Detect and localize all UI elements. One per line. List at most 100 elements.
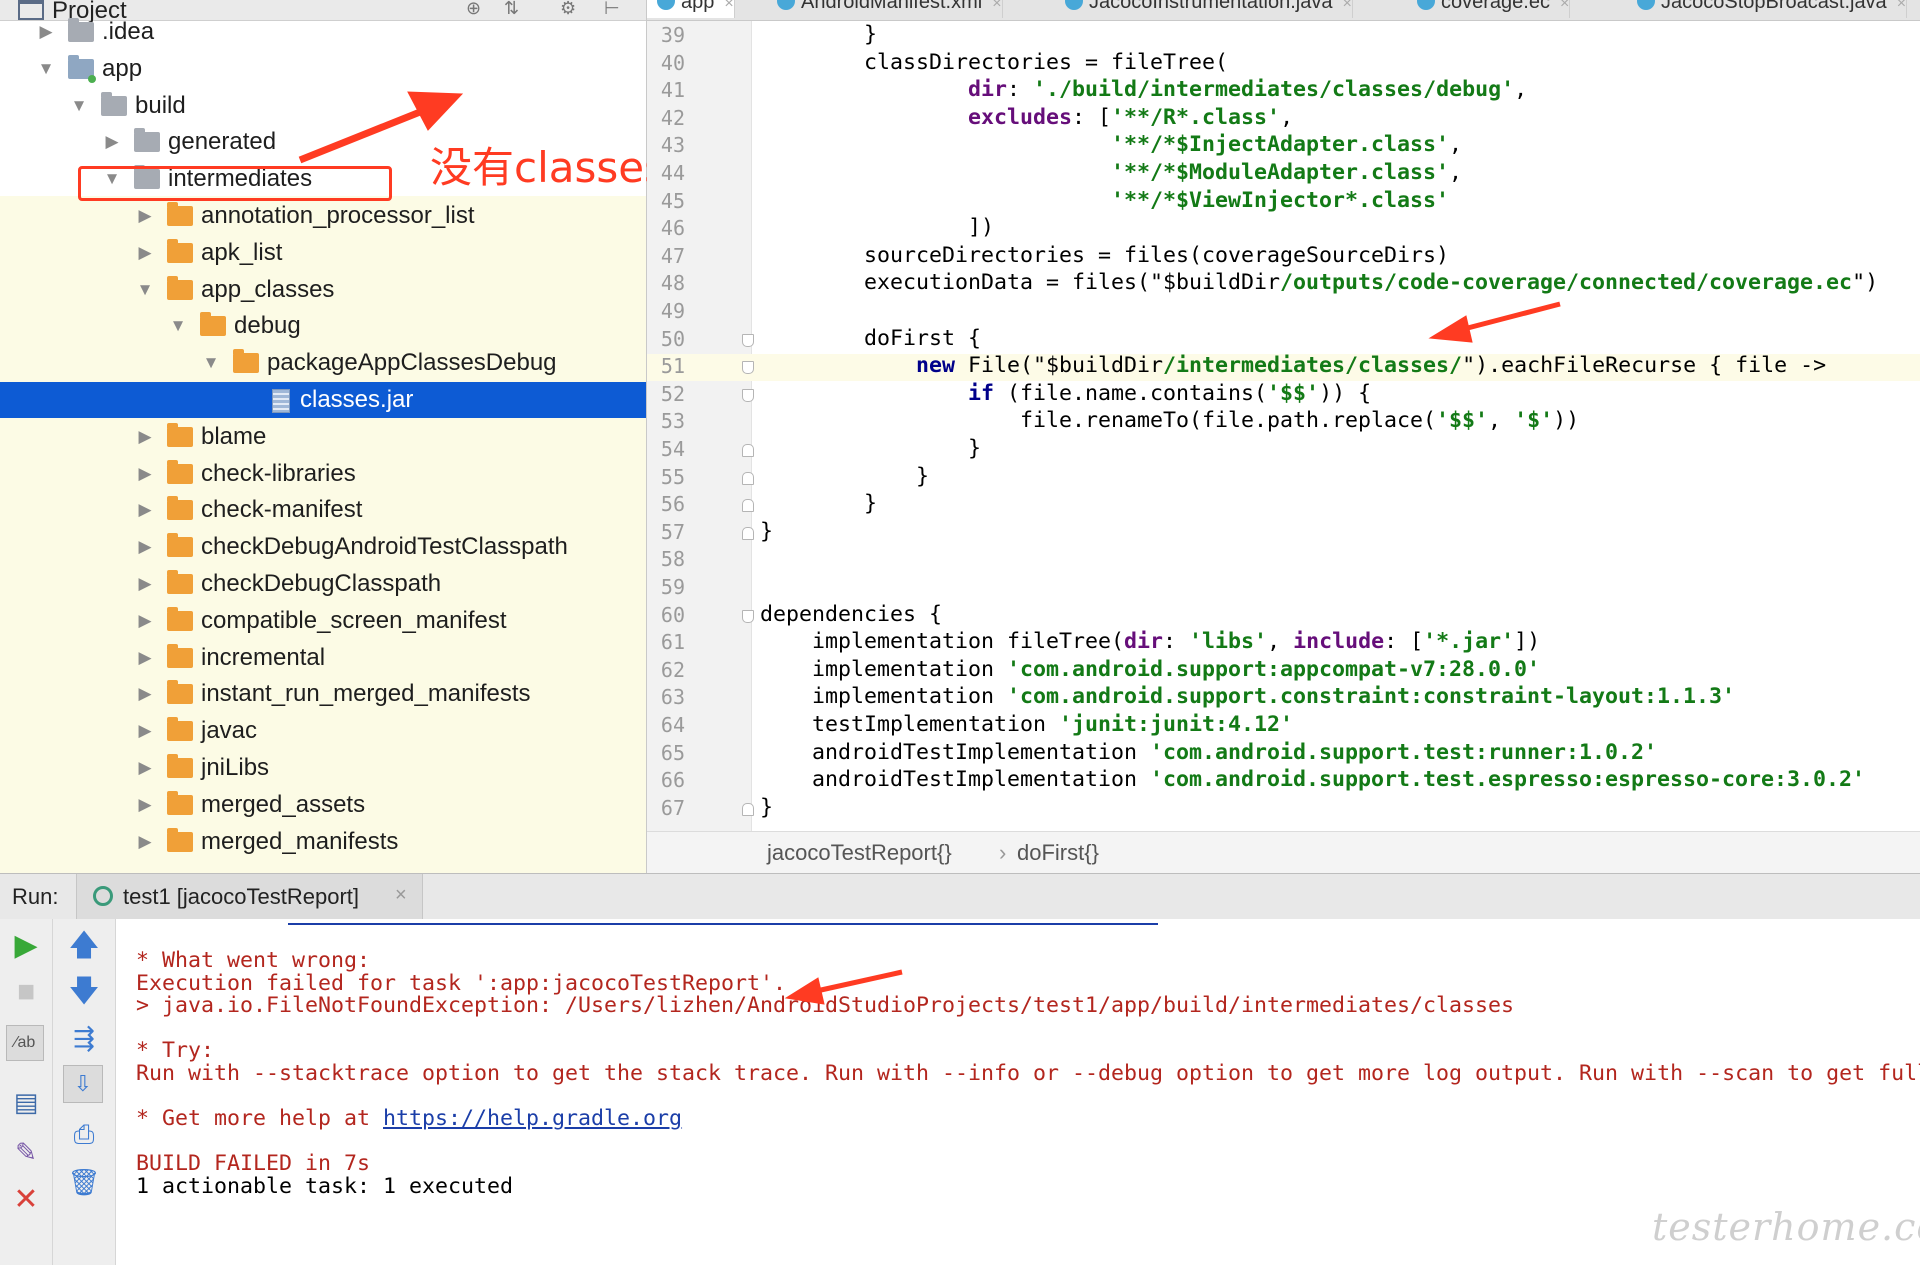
- fold-marker-icon[interactable]: [742, 333, 754, 347]
- collapse-arrow-icon[interactable]: ▶: [135, 198, 155, 234]
- close-tab-icon[interactable]: ×: [992, 0, 1001, 12]
- code-text: ,: [1449, 132, 1463, 158]
- code-line: file.renameTo(file.path.replace('$$', '$…: [760, 407, 1579, 434]
- collapse-arrow-icon[interactable]: ▶: [135, 492, 155, 528]
- tree-item[interactable]: ▶ checkDebugAndroidTestClasspath: [0, 529, 646, 565]
- stop-icon[interactable]: ■: [8, 977, 44, 1007]
- collapse-arrow-icon[interactable]: ▶: [135, 529, 155, 565]
- expand-arrow-icon[interactable]: ▼: [168, 308, 188, 344]
- down-arrow-icon[interactable]: 🡇: [66, 977, 102, 1007]
- fold-marker-icon[interactable]: [742, 471, 754, 485]
- pin-icon[interactable]: ✎: [8, 1137, 44, 1167]
- tree-item[interactable]: ▶ compatible_screen_manifest: [0, 603, 646, 639]
- tab-editor-file[interactable]: coverage.ec ×: [1407, 0, 1571, 18]
- tree-item[interactable]: ▶ checkDebugClasspath: [0, 566, 646, 602]
- code-string: 'com.android.support.constraint:constrai…: [1007, 684, 1736, 710]
- tree-item[interactable]: ▶ check-libraries: [0, 456, 646, 492]
- expand-arrow-icon[interactable]: ▼: [69, 88, 89, 124]
- fold-marker-icon[interactable]: [742, 499, 754, 513]
- trash-icon[interactable]: 🗑: [66, 1167, 102, 1197]
- tree-item-label: annotation_processor_list: [201, 202, 475, 229]
- tree-item[interactable]: ▶ instant_run_merged_manifests: [0, 676, 646, 712]
- tree-item[interactable]: ▶ annotation_processor_list: [0, 198, 646, 234]
- tab-label: AndroidManifest.xml: [801, 0, 983, 13]
- collapse-arrow-icon[interactable]: ▶: [135, 676, 155, 712]
- close-run-icon[interactable]: ✕: [8, 1185, 44, 1215]
- close-tab-icon[interactable]: ×: [724, 0, 733, 12]
- fold-marker-icon[interactable]: [742, 444, 754, 457]
- fold-marker-icon[interactable]: [742, 609, 754, 623]
- collapse-arrow-icon[interactable]: ▶: [135, 824, 155, 860]
- tree-item[interactable]: ▶ merged_assets: [0, 787, 646, 823]
- tab-editor-file[interactable]: JacocoInstrumentation.java ×: [1055, 0, 1353, 18]
- close-tab-icon[interactable]: ×: [1897, 0, 1906, 12]
- fold-marker-icon[interactable]: [742, 388, 754, 402]
- collapse-arrow-icon[interactable]: ▶: [135, 566, 155, 602]
- scroll-to-end-icon[interactable]: ⇩: [63, 1065, 103, 1103]
- breadcrumb-item-doFirst[interactable]: doFirst{}: [1017, 832, 1099, 873]
- tree-item[interactable]: ▶ javac: [0, 713, 646, 749]
- help-link[interactable]: https://help.gradle.org: [383, 1106, 682, 1131]
- tab-label: app: [681, 0, 715, 13]
- tree-item[interactable]: ▶ merged_manifests: [0, 824, 646, 860]
- collapse-arrow-icon[interactable]: ▶: [135, 235, 155, 271]
- tab-editor-file[interactable]: JacocoStopBroacast.java ×: [1627, 0, 1908, 18]
- collapse-arrow-icon[interactable]: ▶: [135, 640, 155, 676]
- fold-marker-icon[interactable]: [742, 361, 754, 375]
- code-named-arg: dir: [1124, 629, 1164, 655]
- tab-editor-file[interactable]: app ×: [647, 0, 735, 18]
- collapse-arrow-icon[interactable]: ▶: [36, 14, 56, 50]
- collapse-arrow-icon[interactable]: ▶: [135, 456, 155, 492]
- tree-item[interactable]: ▶ .idea: [0, 14, 646, 50]
- tree-item[interactable]: ▼ debug: [0, 308, 646, 344]
- code-line: }: [760, 21, 877, 48]
- close-icon[interactable]: ×: [395, 884, 407, 907]
- breadcrumb-item-jacocoTestReport[interactable]: jacocoTestReport{}: [767, 832, 952, 873]
- file-type-icon: [1065, 0, 1083, 10]
- hide-icon[interactable]: ⊢: [604, 0, 624, 18]
- sync-icon[interactable]: ⊕: [466, 0, 486, 18]
- fold-marker-icon[interactable]: [742, 526, 754, 540]
- line-number: 41: [660, 78, 685, 103]
- tree-item[interactable]: ▼ app: [0, 51, 646, 87]
- code-string: 'com.android.support:appcompat-v7:28.0.0…: [1007, 656, 1541, 682]
- tree-item[interactable]: ▼ packageAppClassesDebug: [0, 345, 646, 381]
- tree-item[interactable]: ▶ jniLibs: [0, 750, 646, 786]
- tree-item[interactable]: ▶ incremental: [0, 640, 646, 676]
- toggle-softwrap-icon[interactable]: ⁄ab: [6, 1025, 44, 1061]
- collapse-arrow-icon[interactable]: ▶: [135, 419, 155, 455]
- tree-item[interactable]: ▼ app_classes: [0, 272, 646, 308]
- expand-arrow-icon[interactable]: ▼: [201, 345, 221, 381]
- collapse-icon[interactable]: ⇅: [504, 0, 524, 18]
- up-arrow-icon[interactable]: 🡅: [66, 931, 102, 961]
- tree-item[interactable]: classes.jar: [0, 382, 646, 418]
- folder-icon: [134, 128, 160, 153]
- collapse-arrow-icon[interactable]: ▶: [135, 713, 155, 749]
- tree-item[interactable]: ▶ blame: [0, 419, 646, 455]
- print-icon[interactable]: ⎙: [66, 1119, 102, 1149]
- collapse-arrow-icon[interactable]: ▶: [102, 124, 122, 160]
- run-console[interactable]: * What went wrong: Execution failed for t…: [116, 919, 1920, 1265]
- tree-item[interactable]: ▶ check-manifest: [0, 492, 646, 528]
- run-tab[interactable]: test1 [jacocoTestReport] ×: [76, 874, 423, 919]
- close-tab-icon[interactable]: ×: [1560, 0, 1569, 12]
- soft-wrap-icon[interactable]: ⇶: [66, 1023, 102, 1053]
- console-line: 1 actionable task: 1 executed: [136, 1173, 513, 1200]
- tree-item[interactable]: ▼ build: [0, 88, 646, 124]
- expand-arrow-icon[interactable]: ▼: [36, 51, 56, 87]
- line-number: 63: [660, 685, 685, 710]
- collapse-arrow-icon[interactable]: ▶: [135, 787, 155, 823]
- close-tab-icon[interactable]: ×: [1342, 0, 1351, 12]
- expand-arrow-icon[interactable]: ▼: [135, 272, 155, 308]
- tree-item-label: classes.jar: [300, 386, 414, 413]
- gear-icon[interactable]: ⚙: [560, 0, 580, 18]
- collapse-arrow-icon[interactable]: ▶: [135, 603, 155, 639]
- layout-icon[interactable]: ▤: [8, 1087, 44, 1117]
- fold-marker-icon[interactable]: [742, 802, 754, 816]
- tab-editor-file[interactable]: AndroidManifest.xml ×: [767, 0, 1003, 18]
- code-text: androidTestImplementation: [760, 739, 1151, 765]
- code-string: '$$': [1267, 380, 1320, 406]
- tree-item[interactable]: ▶ apk_list: [0, 235, 646, 271]
- rerun-icon[interactable]: ▶: [8, 931, 44, 961]
- collapse-arrow-icon[interactable]: ▶: [135, 750, 155, 786]
